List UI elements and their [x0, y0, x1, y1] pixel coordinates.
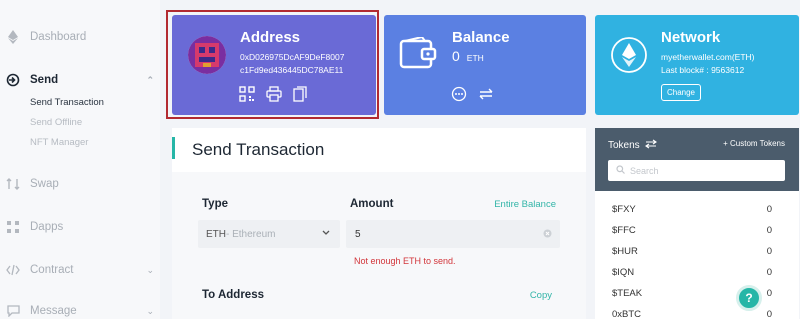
amount-label: Amount — [350, 198, 394, 210]
token-row: $HUR 0 — [612, 246, 772, 257]
network-name: myetherwallet.com(ETH) — [661, 52, 755, 62]
ethereum-icon — [6, 30, 20, 44]
send-icon — [6, 73, 20, 87]
chevron-down-icon: ⌄ — [146, 305, 154, 316]
message-icon — [6, 304, 20, 318]
sidebar-subitem-nft-manager[interactable]: NFT Manager — [30, 137, 88, 148]
sidebar-item-label: Dashboard — [30, 31, 87, 43]
sidebar-item-label: Dapps — [30, 221, 64, 233]
tokens-title-label: Tokens — [608, 140, 640, 151]
sidebar-item-message[interactable]: Message ⌄ — [6, 304, 160, 318]
search-icon — [616, 165, 625, 176]
token-row: $FFC 0 — [612, 225, 772, 236]
swap-arrows-icon[interactable] — [478, 86, 494, 102]
address-card-highlight — [166, 10, 379, 119]
ethereum-logo-icon — [611, 37, 647, 78]
type-select-value-sub: - Ethereum — [226, 228, 276, 240]
sidebar-item-dapps[interactable]: Dapps — [6, 220, 63, 234]
type-select[interactable]: ETH - Ethereum — [198, 220, 340, 248]
change-network-button[interactable]: Change — [661, 84, 701, 101]
token-search-input[interactable]: Search — [608, 160, 785, 181]
title-accent-bar — [172, 137, 175, 159]
last-block: Last block# : 9563612 — [661, 65, 745, 75]
send-form: Type Amount Entire Balance ETH - Ethereu… — [172, 172, 586, 319]
network-card-title: Network — [661, 29, 721, 46]
entire-balance-link[interactable]: Entire Balance — [494, 199, 556, 210]
to-address-label: To Address — [202, 289, 264, 301]
network-card: Network myetherwallet.com(ETH) Last bloc… — [595, 15, 799, 115]
search-placeholder: Search — [630, 165, 659, 176]
token-balance: 0 — [766, 204, 772, 215]
amount-input[interactable]: 5 — [346, 220, 560, 248]
sidebar-subitem-send-offline[interactable]: Send Offline — [30, 117, 82, 128]
sidebar-item-label: Contract — [30, 264, 74, 276]
swap-icon — [6, 177, 20, 191]
balance-card-title: Balance — [452, 29, 510, 46]
page-title: Send Transaction — [192, 140, 325, 159]
clear-icon[interactable] — [543, 229, 552, 241]
dapps-icon — [6, 220, 20, 234]
sidebar-item-send[interactable]: Send ⌃ — [6, 73, 160, 87]
token-row: $FXY 0 — [612, 204, 772, 215]
sidebar: Dashboard Send ⌃ Send Transaction Send O… — [0, 0, 160, 319]
tokens-panel: Tokens + Custom Tokens Search $FXY 0 $FFC… — [595, 128, 799, 319]
token-name: $HUR — [612, 246, 638, 257]
token-balance: 0 — [766, 246, 772, 257]
send-transaction-panel: Send Transaction Type Amount Entire Bala… — [172, 128, 586, 319]
token-name: $TEAK — [612, 288, 643, 299]
refresh-icon[interactable] — [644, 139, 657, 152]
chevron-down-icon — [322, 228, 330, 239]
sidebar-item-label: Send — [30, 74, 59, 86]
token-name: $FXY — [612, 204, 636, 215]
token-row: $IQN 0 — [612, 267, 772, 278]
chevron-up-icon: ⌃ — [146, 74, 154, 85]
sidebar-subitem-send-transaction[interactable]: Send Transaction — [30, 97, 104, 108]
copy-address-link[interactable]: Copy — [530, 290, 552, 301]
more-icon[interactable] — [451, 86, 467, 102]
type-label: Type — [202, 198, 228, 210]
custom-tokens-link[interactable]: + Custom Tokens — [723, 139, 785, 148]
contract-icon — [6, 263, 20, 277]
amount-input-value: 5 — [355, 228, 361, 240]
sidebar-item-contract[interactable]: Contract ⌄ — [6, 263, 160, 277]
type-select-value: ETH — [206, 228, 226, 240]
token-balance: 0 — [766, 309, 772, 319]
token-balance: 0 — [766, 225, 772, 236]
sidebar-item-label: Message — [30, 305, 77, 317]
token-balance: 0 — [766, 267, 772, 278]
token-name: $FFC — [612, 225, 636, 236]
tokens-title: Tokens — [608, 139, 657, 152]
balance-amount: 0 — [452, 48, 460, 64]
token-balance: 0 — [766, 288, 772, 299]
wallet-icon — [398, 35, 438, 78]
balance-unit: ETH — [466, 53, 484, 63]
sidebar-item-swap[interactable]: Swap — [6, 177, 59, 191]
token-name: $IQN — [612, 267, 635, 278]
sidebar-item-label: Swap — [30, 178, 59, 190]
sidebar-item-dashboard[interactable]: Dashboard — [6, 30, 86, 44]
amount-error: Not enough ETH to send. — [354, 256, 456, 266]
balance-card: Balance 0 ETH — [384, 15, 586, 115]
tokens-header: Tokens + Custom Tokens Search — [595, 128, 799, 191]
token-name: 0xBTC — [612, 309, 642, 319]
chevron-down-icon: ⌄ — [146, 264, 154, 275]
help-button[interactable]: ? — [736, 285, 762, 311]
